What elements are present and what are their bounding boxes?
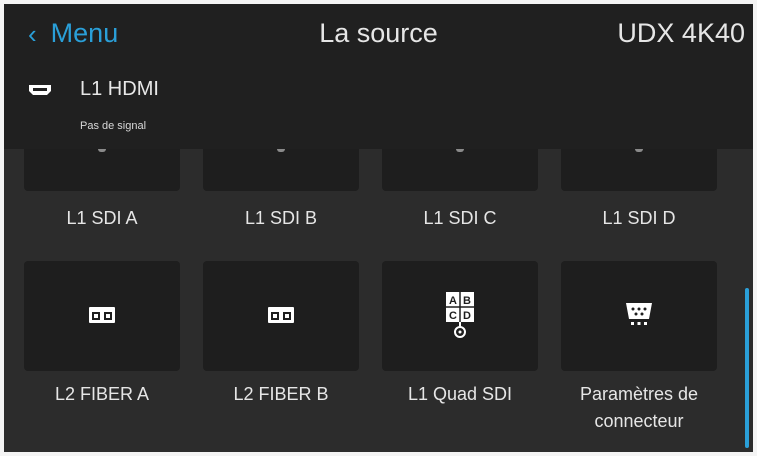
hdmi-port-icon <box>29 84 51 95</box>
source-label-sdi-b[interactable]: L1 SDI B <box>193 205 369 232</box>
source-grid: L1 SDI A L1 SDI B L1 SDI C L1 SDI D A B … <box>4 149 753 452</box>
source-label-sdi-d[interactable]: L1 SDI D <box>551 205 727 232</box>
connector-icon <box>456 149 464 152</box>
source-tile-sdi-a[interactable] <box>24 149 180 191</box>
source-tile-sdi-c[interactable] <box>382 149 538 191</box>
source-label-sdi-c[interactable]: L1 SDI C <box>372 205 548 232</box>
source-label-fiber-b[interactable]: L2 FIBER B <box>193 381 369 408</box>
screen: ‹ Menu La source UDX 4K40 L1 HDMI Pas de… <box>4 4 753 452</box>
quad-sdi-letter: D <box>463 310 471 322</box>
connector-settings-icon <box>626 303 652 325</box>
quad-sdi-icon: A B C D <box>446 292 474 338</box>
source-label-sdi-a[interactable]: L1 SDI A <box>14 205 190 232</box>
quad-sdi-letter: C <box>449 310 457 322</box>
connector-icon <box>635 149 643 152</box>
source-tile-fiber-b[interactable] <box>203 261 359 371</box>
top-bar: ‹ Menu La source UDX 4K40 <box>4 4 753 70</box>
source-label-fiber-a[interactable]: L2 FIBER A <box>14 381 190 408</box>
device-name: UDX 4K40 <box>617 18 745 48</box>
source-tile-fiber-a[interactable] <box>24 261 180 371</box>
current-source-label: L1 HDMI <box>80 78 159 100</box>
source-tile-sdi-b[interactable] <box>203 149 359 191</box>
quad-sdi-letter: B <box>463 295 471 307</box>
source-tile-connector-settings[interactable] <box>561 261 717 371</box>
signal-status: Pas de signal <box>80 120 147 132</box>
connector-icon <box>277 149 285 152</box>
connector-icon <box>98 149 106 152</box>
fiber-connector-icon <box>89 307 115 323</box>
fiber-connector-icon <box>268 307 294 323</box>
source-tile-sdi-d[interactable] <box>561 149 717 191</box>
source-label-connector-settings[interactable]: Paramètres de connecteur <box>553 381 725 435</box>
scrollbar[interactable] <box>745 288 749 448</box>
source-tile-quad-sdi[interactable]: A B C D <box>382 261 538 371</box>
source-label-quad-sdi[interactable]: L1 Quad SDI <box>372 381 548 408</box>
quad-sdi-letter: A <box>449 295 457 307</box>
header: ‹ Menu La source UDX 4K40 L1 HDMI Pas de… <box>4 4 753 149</box>
current-source: L1 HDMI <box>28 78 159 101</box>
